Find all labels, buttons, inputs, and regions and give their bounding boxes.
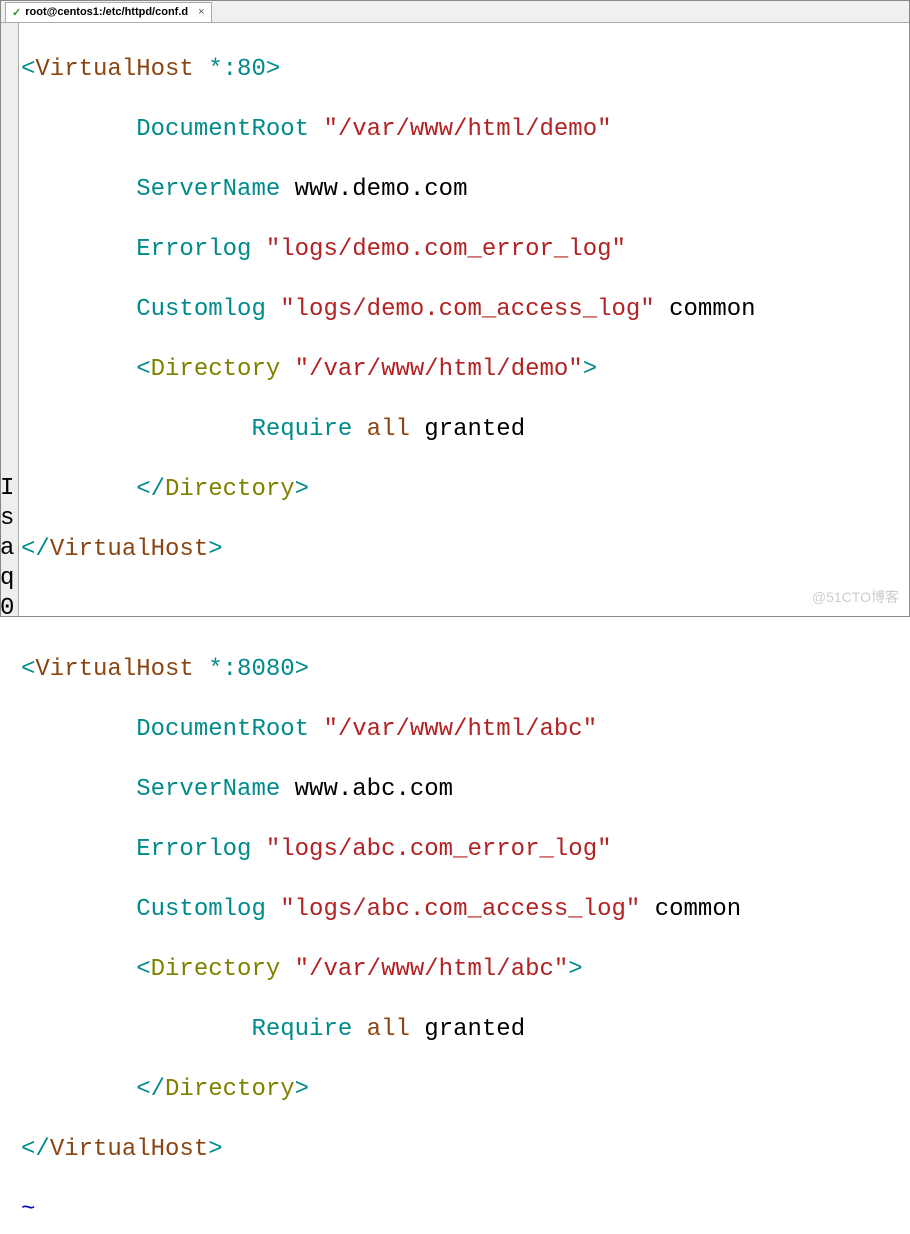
string: "/var/www/html/demo" (323, 116, 611, 143)
code-line: Errorlog "logs/abc.com_error_log" (21, 835, 909, 865)
angle-bracket: < (136, 956, 150, 983)
directive-key: Errorlog (136, 836, 251, 863)
string: "logs/abc.com_error_log" (266, 836, 612, 863)
check-icon: ✓ (12, 6, 21, 19)
angle-bracket: > (295, 656, 309, 683)
string: "logs/demo.com_access_log" (280, 296, 654, 323)
code-line: Require all granted (21, 415, 909, 445)
code-area[interactable]: <VirtualHost *:80> DocumentRoot "/var/ww… (19, 23, 909, 616)
tag-name: VirtualHost (35, 56, 193, 83)
angle-bracket: < (136, 356, 150, 383)
code-line: </VirtualHost> (21, 1135, 909, 1165)
tag-name: Directory (151, 956, 281, 983)
directive-key: Errorlog (136, 236, 251, 263)
angle-bracket: > (583, 356, 597, 383)
tag-name: VirtualHost (50, 536, 208, 563)
tag-name: Directory (165, 1076, 295, 1103)
tag-name: Directory (151, 356, 281, 383)
tag-attr: *:80 (194, 56, 266, 83)
code-line: </Directory> (21, 1075, 909, 1105)
string: "/var/www/html/abc" (323, 716, 597, 743)
angle-bracket: < (21, 656, 35, 683)
directive-key: Customlog (136, 896, 266, 923)
value: common (655, 896, 741, 923)
directive-key: DocumentRoot (136, 116, 309, 143)
slash: / (151, 476, 165, 503)
slash: / (151, 1076, 165, 1103)
angle-bracket: < (21, 56, 35, 83)
value: granted (424, 1016, 525, 1043)
tag-attr: *:8080 (194, 656, 295, 683)
tilde: ~ (21, 1196, 35, 1223)
angle-bracket: < (136, 1076, 150, 1103)
tag-attr: "/var/www/html/abc" (280, 956, 568, 983)
code-line: DocumentRoot "/var/www/html/demo" (21, 115, 909, 145)
editor-wrap: <VirtualHost *:80> DocumentRoot "/var/ww… (1, 23, 909, 616)
code-line: Customlog "logs/demo.com_access_log" com… (21, 295, 909, 325)
code-line: ServerName www.demo.com (21, 175, 909, 205)
code-line: </Directory> (21, 475, 909, 505)
directive-key: DocumentRoot (136, 716, 309, 743)
value: common (669, 296, 755, 323)
code-line: ~ (21, 1195, 909, 1225)
code-line: ServerName www.abc.com (21, 775, 909, 805)
tab-title: root@centos1:/etc/httpd/conf.d (25, 6, 188, 18)
directive-key: ServerName (136, 776, 280, 803)
code-line: Require all granted (21, 1015, 909, 1045)
angle-bracket: < (21, 1136, 35, 1163)
string: "logs/demo.com_error_log" (266, 236, 626, 263)
code-line: </VirtualHost> (21, 535, 909, 565)
directive-key: Require (251, 1016, 352, 1043)
angle-bracket: > (208, 536, 222, 563)
tag-attr: "/var/www/html/demo" (280, 356, 582, 383)
gutter (1, 23, 19, 616)
value: www.demo.com (295, 176, 468, 203)
tab-bar: ✓ root@centos1:/etc/httpd/conf.d × (1, 1, 909, 23)
watermark: @51CTO博客 (812, 582, 899, 612)
angle-bracket: > (295, 1076, 309, 1103)
angle-bracket: < (21, 536, 35, 563)
value: granted (424, 416, 525, 443)
slash: / (35, 536, 49, 563)
close-icon[interactable]: × (198, 6, 204, 18)
code-line: Customlog "logs/abc.com_access_log" comm… (21, 895, 909, 925)
angle-bracket: > (208, 1136, 222, 1163)
value: all (367, 416, 410, 443)
slash: / (35, 1136, 49, 1163)
tag-name: Directory (165, 476, 295, 503)
tag-name: VirtualHost (35, 656, 193, 683)
directive-key: ServerName (136, 176, 280, 203)
angle-bracket: > (568, 956, 582, 983)
editor-tab[interactable]: ✓ root@centos1:/etc/httpd/conf.d × (5, 2, 212, 22)
string: "logs/abc.com_access_log" (280, 896, 640, 923)
code-line: <Directory "/var/www/html/abc"> (21, 955, 909, 985)
directive-key: Require (251, 416, 352, 443)
angle-bracket: > (266, 56, 280, 83)
code-line: Errorlog "logs/demo.com_error_log" (21, 235, 909, 265)
code-line: <VirtualHost *:80> (21, 55, 909, 85)
code-line (21, 595, 909, 625)
code-line: <Directory "/var/www/html/demo"> (21, 355, 909, 385)
angle-bracket: < (136, 476, 150, 503)
code-line: DocumentRoot "/var/www/html/abc" (21, 715, 909, 745)
value: all (367, 1016, 410, 1043)
value: www.abc.com (295, 776, 453, 803)
code-line: <VirtualHost *:8080> (21, 655, 909, 685)
angle-bracket: > (295, 476, 309, 503)
directive-key: Customlog (136, 296, 266, 323)
tag-name: VirtualHost (50, 1136, 208, 1163)
